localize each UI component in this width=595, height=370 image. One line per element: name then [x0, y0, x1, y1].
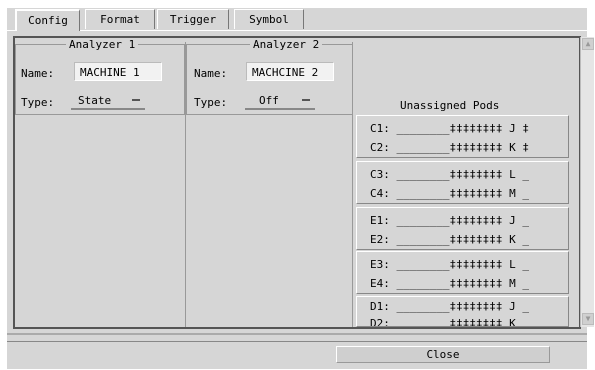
- pod-group-e3-e4[interactable]: E3: ________‡‡‡‡‡‡‡‡ L _ E4: ________‡‡‡…: [356, 251, 569, 294]
- dropdown-indicator-icon: [132, 99, 140, 101]
- panel-bottom-divider: [7, 333, 587, 335]
- pod-item[interactable]: D1: ________‡‡‡‡‡‡‡‡ J _: [370, 300, 529, 313]
- analyzer-1-type-label: Type:: [21, 96, 55, 109]
- analyzer-2-name-field[interactable]: MACHCINE 2: [246, 62, 334, 81]
- vertical-scrollbar[interactable]: ▲ ▼: [580, 37, 594, 327]
- pod-item[interactable]: C1: ________‡‡‡‡‡‡‡‡ J ‡: [370, 122, 529, 135]
- analyzer-2-name-label: Name:: [194, 67, 228, 80]
- scroll-up-arrow-icon[interactable]: ▲: [582, 38, 594, 50]
- analyzer-2-type-value: Off: [259, 94, 279, 107]
- pod-item[interactable]: C4: ________‡‡‡‡‡‡‡‡ M _: [370, 187, 529, 200]
- tab-config[interactable]: Config: [15, 9, 80, 31]
- analyzer-2-type-dropdown[interactable]: Off: [245, 93, 315, 110]
- analyzer-2-type-label: Type:: [194, 96, 228, 109]
- unassigned-pods-title: Unassigned Pods: [400, 99, 500, 112]
- tab-trigger[interactable]: Trigger: [157, 9, 229, 29]
- close-button[interactable]: Close: [336, 346, 550, 363]
- pod-group-e1-e2[interactable]: E1: ________‡‡‡‡‡‡‡‡ J _ E2: ________‡‡‡…: [356, 207, 569, 250]
- dropdown-indicator-icon: [302, 99, 310, 101]
- pod-item[interactable]: E3: ________‡‡‡‡‡‡‡‡ L _: [370, 258, 529, 271]
- scroll-down-arrow-icon[interactable]: ▼: [582, 313, 594, 325]
- analyzer-1-name-field[interactable]: MACHINE 1: [74, 62, 162, 81]
- pod-item[interactable]: E4: ________‡‡‡‡‡‡‡‡ M _: [370, 277, 529, 290]
- pod-group-c1-c2[interactable]: C1: ________‡‡‡‡‡‡‡‡ J ‡ C2: ________‡‡‡…: [356, 115, 569, 158]
- analyzer-1-title: Analyzer 1: [66, 38, 139, 51]
- analyzer-1-name-label: Name:: [21, 67, 55, 80]
- pod-item[interactable]: C3: ________‡‡‡‡‡‡‡‡ L _: [370, 168, 529, 181]
- analyzer-1-type-dropdown[interactable]: State: [71, 93, 145, 110]
- pod-item[interactable]: C2: ________‡‡‡‡‡‡‡‡ K ‡: [370, 141, 529, 154]
- pod-item[interactable]: E2: ________‡‡‡‡‡‡‡‡ K _: [370, 233, 529, 246]
- column-divider: [352, 42, 353, 327]
- tab-symbol[interactable]: Symbol: [234, 9, 304, 29]
- tab-strip-divider: [7, 30, 587, 31]
- pod-group-c3-c4[interactable]: C3: ________‡‡‡‡‡‡‡‡ L _ C4: ________‡‡‡…: [356, 161, 569, 204]
- pod-item[interactable]: E1: ________‡‡‡‡‡‡‡‡ J _: [370, 214, 529, 227]
- analyzer-1-type-value: State: [78, 94, 112, 107]
- pod-item[interactable]: D2: ________‡‡‡‡‡‡‡‡ K: [370, 317, 516, 326]
- analyzer-2-title: Analyzer 2: [250, 38, 323, 51]
- tab-format[interactable]: Format: [85, 9, 155, 29]
- pod-group-d1-d2[interactable]: D1: ________‡‡‡‡‡‡‡‡ J _ D2: ________‡‡‡…: [356, 296, 569, 327]
